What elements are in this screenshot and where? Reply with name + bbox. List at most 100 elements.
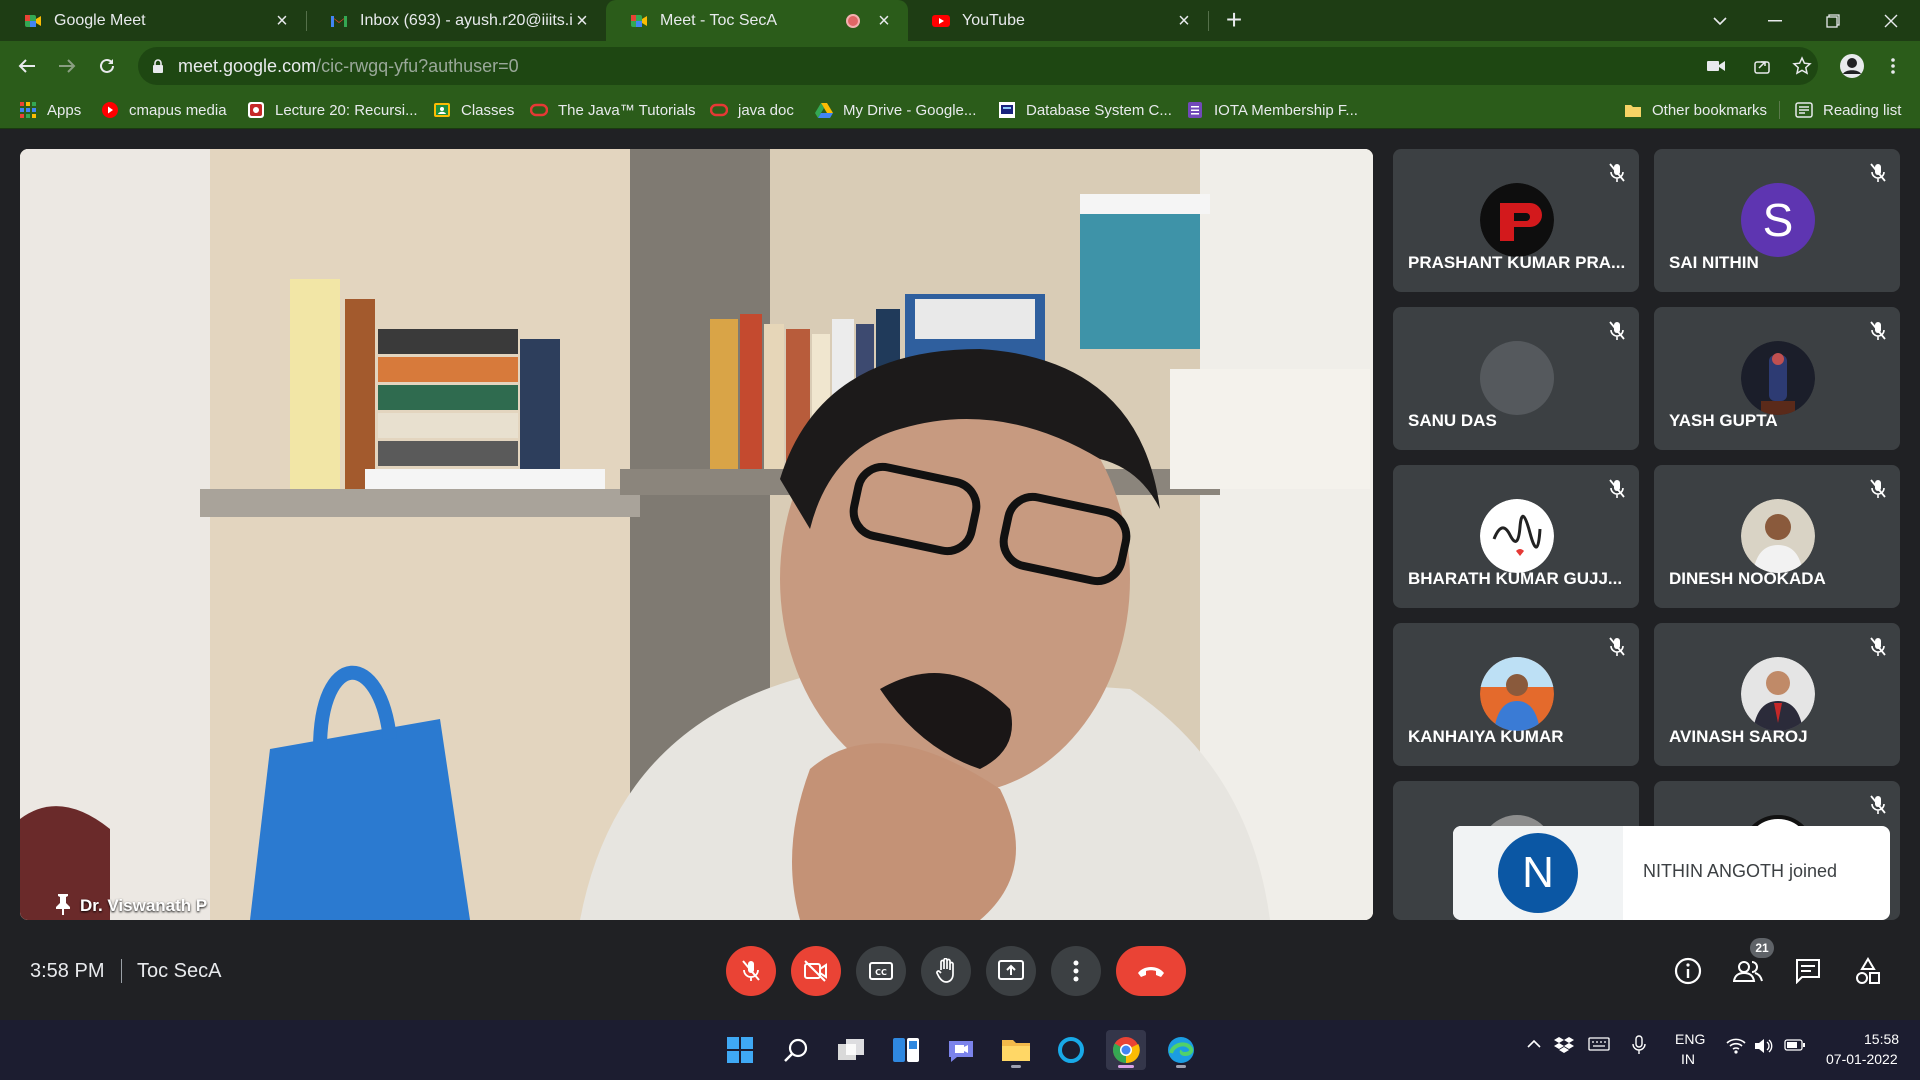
muted-mic-icon: [1870, 637, 1886, 657]
back-arrow-icon[interactable]: [11, 50, 43, 82]
tab-gmail-inbox[interactable]: Inbox (693) - ayush.r20@iiits.in - ×: [306, 0, 606, 41]
new-tab-button[interactable]: +: [1220, 6, 1248, 35]
bookmark-label: My Drive - Google...: [843, 101, 977, 119]
bookmark-classes[interactable]: Classes: [433, 99, 514, 121]
clock-time[interactable]: 15:58: [1864, 1031, 1899, 1047]
captions-button[interactable]: CC: [856, 946, 906, 996]
start-button[interactable]: [720, 1030, 760, 1070]
close-tab-icon[interactable]: ×: [572, 11, 592, 31]
reading-list[interactable]: Reading list: [1795, 99, 1901, 121]
bookmark-database-system[interactable]: Database System C...: [998, 99, 1172, 121]
participant-tile[interactable]: PRASHANT KUMAR PRA...: [1393, 149, 1639, 292]
folder-icon: [1624, 101, 1642, 119]
lecture-icon: [247, 101, 265, 119]
edge-taskbar-button[interactable]: [1161, 1030, 1201, 1070]
chat-button[interactable]: [1785, 948, 1831, 994]
participant-tile[interactable]: SANU DAS: [1393, 307, 1639, 450]
url-host: meet.google.com: [178, 55, 317, 76]
widgets[interactable]: [886, 1030, 926, 1070]
bookmark-apps[interactable]: Apps: [19, 99, 81, 121]
toast-message: NITHIN ANGOTH joined: [1643, 861, 1838, 881]
bookmark-iota-membership[interactable]: IOTA Membership F...: [1186, 99, 1358, 121]
raise-hand-button[interactable]: [921, 946, 971, 996]
battery-icon[interactable]: [1784, 1039, 1806, 1051]
file-explorer[interactable]: [996, 1030, 1036, 1070]
muted-mic-icon: [1609, 479, 1625, 499]
keyboard-icon[interactable]: [1588, 1037, 1610, 1051]
volume-icon[interactable]: [1754, 1038, 1774, 1054]
url-text: meet.google.com/cic-rwgq-yfu?authuser=0: [178, 56, 519, 77]
wifi-icon[interactable]: [1726, 1038, 1746, 1054]
people-icon: [1733, 959, 1763, 983]
toggle-microphone-button[interactable]: [726, 946, 776, 996]
bookmark-lecture-20[interactable]: Lecture 20: Recursi...: [247, 99, 418, 121]
dropbox-icon[interactable]: [1554, 1036, 1574, 1054]
tab-youtube[interactable]: YouTube ×: [908, 0, 1208, 41]
participant-avatar: [1480, 183, 1554, 257]
chrome-taskbar-button[interactable]: [1106, 1030, 1146, 1070]
participant-tile[interactable]: DINESH NOOKADA: [1654, 465, 1900, 608]
meet-stage: Dr. Viswanath P PRASHANT KUMAR PRA... S …: [0, 130, 1920, 1020]
participant-avatar: [1480, 499, 1554, 573]
tab-meet-toc-seca[interactable]: Meet - Toc SecA ×: [606, 0, 908, 41]
microphone-in-use-icon[interactable]: [1632, 1035, 1646, 1055]
participant-tile[interactable]: AVINASH SAROJ: [1654, 623, 1900, 766]
bookmark-java-doc[interactable]: java doc: [710, 99, 794, 121]
show-hidden-icons-chevron[interactable]: [1526, 1039, 1542, 1049]
participant-tile[interactable]: BHARATH KUMAR GUJJ...: [1393, 465, 1639, 608]
toggle-camera-button[interactable]: [791, 946, 841, 996]
gmail-icon: [330, 12, 348, 30]
minimize-window-icon[interactable]: [1752, 0, 1798, 41]
restore-window-icon[interactable]: [1810, 0, 1856, 41]
other-bookmarks[interactable]: Other bookmarks: [1624, 99, 1767, 121]
leave-call-button[interactable]: [1116, 946, 1186, 996]
bookmark-label: IOTA Membership F...: [1214, 101, 1358, 119]
participant-tile[interactable]: KANHAIYA KUMAR: [1393, 623, 1639, 766]
tab-title: Meet - Toc SecA: [660, 11, 778, 29]
participant-tile[interactable]: S SAI NITHIN: [1654, 149, 1900, 292]
close-tab-icon[interactable]: ×: [272, 11, 292, 31]
cortana[interactable]: [1051, 1030, 1091, 1070]
forward-arrow-icon[interactable]: [51, 50, 83, 82]
participant-tile[interactable]: YASH GUPTA: [1654, 307, 1900, 450]
close-tab-icon[interactable]: ×: [1174, 11, 1194, 31]
oracle-icon: [710, 101, 728, 119]
muted-mic-icon: [1870, 479, 1886, 499]
teams-chat[interactable]: [941, 1030, 981, 1070]
reload-icon[interactable]: [91, 50, 123, 82]
clock-date[interactable]: 07-01-2022: [1826, 1051, 1898, 1067]
bookmark-star-icon[interactable]: [1786, 50, 1818, 82]
bookmark-my-drive[interactable]: My Drive - Google...: [815, 99, 976, 121]
camera-in-use-icon[interactable]: [1700, 50, 1732, 82]
activities-button[interactable]: [1845, 948, 1891, 994]
close-window-icon[interactable]: [1868, 0, 1914, 41]
close-tab-icon[interactable]: ×: [874, 11, 894, 31]
browser-menu-icon[interactable]: [1877, 50, 1909, 82]
lock-icon[interactable]: [152, 59, 164, 73]
toast-avatar: N: [1498, 833, 1578, 913]
pin-icon[interactable]: [54, 893, 72, 915]
bookmark-java-tutorials[interactable]: The Java™ Tutorials: [530, 99, 696, 121]
url-path: /cic-rwgq-yfu?authuser=0: [316, 55, 519, 76]
presenter-video-tile[interactable]: Dr. Viswanath P: [20, 149, 1373, 920]
input-language[interactable]: ENG: [1675, 1031, 1705, 1047]
meeting-details-button[interactable]: [1665, 948, 1711, 994]
taskbar-search[interactable]: [776, 1030, 816, 1070]
input-region[interactable]: IN: [1681, 1051, 1695, 1067]
task-view[interactable]: [831, 1030, 871, 1070]
edge-icon: [1167, 1036, 1195, 1064]
more-options-button[interactable]: [1051, 946, 1101, 996]
bookmark-cmapus-media[interactable]: cmapus media: [101, 99, 227, 121]
tab-search-chevron-icon[interactable]: [1697, 0, 1743, 41]
reading-list-icon: [1795, 101, 1813, 119]
share-icon[interactable]: [1746, 50, 1778, 82]
join-notification-toast: N NITHIN ANGOTH joined: [1453, 826, 1890, 920]
address-bar[interactable]: meet.google.com/cic-rwgq-yfu?authuser=0: [138, 47, 1818, 85]
profile-avatar-icon[interactable]: [1836, 50, 1868, 82]
tab-google-meet[interactable]: Google Meet ×: [0, 0, 306, 41]
recording-indicator-icon: [846, 13, 860, 28]
muted-mic-icon: [1870, 321, 1886, 341]
info-icon: [1674, 957, 1702, 985]
meeting-title: Toc SecA: [137, 960, 222, 982]
present-now-button[interactable]: [986, 946, 1036, 996]
